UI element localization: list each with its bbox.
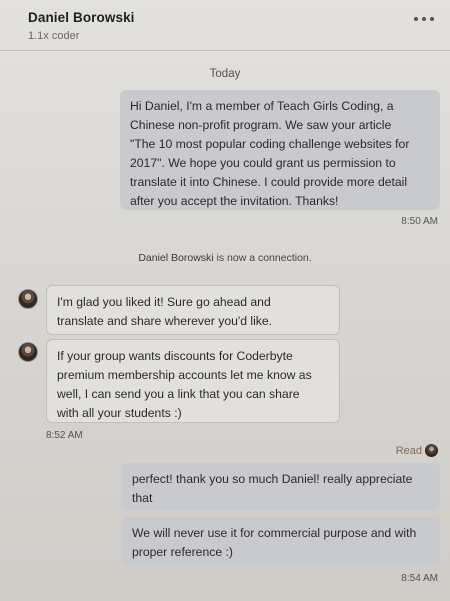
message-timestamp: 8:54 AM (401, 573, 438, 584)
connection-name[interactable]: Daniel Borowski (138, 252, 213, 264)
connection-notice: Daniel Borowski is now a connection. (0, 252, 450, 264)
more-options-icon[interactable] (414, 12, 434, 26)
dot (414, 17, 418, 21)
contact-name[interactable]: Daniel Borowski (28, 10, 135, 25)
read-receipt-avatar-icon (425, 444, 438, 457)
sent-message[interactable]: perfect! thank you so much Daniel! reall… (122, 463, 440, 511)
received-message[interactable]: If your group wants discounts for Coderb… (46, 339, 340, 423)
avatar[interactable] (18, 342, 38, 362)
message-text: I'm glad you liked it! Sure go ahead and… (57, 295, 273, 328)
sent-message[interactable]: Hi Daniel, I'm a member of Teach Girls C… (120, 90, 440, 210)
contact-headline: 1.1x coder (28, 30, 80, 42)
message-timestamp: 8:52 AM (46, 430, 83, 441)
read-receipt: Read (396, 444, 438, 457)
dot (422, 17, 426, 21)
message-text: perfect! thank you so much Daniel! reall… (132, 472, 413, 505)
received-message[interactable]: I'm glad you liked it! Sure go ahead and… (46, 285, 340, 335)
message-text: If your group wants discounts for Coderb… (57, 349, 312, 420)
message-text: We will never use it for commercial purp… (132, 526, 417, 559)
sent-message[interactable]: We will never use it for commercial purp… (122, 517, 440, 565)
read-label: Read (395, 444, 422, 457)
conversation-header: Daniel Borowski 1.1x coder (0, 0, 450, 51)
avatar[interactable] (18, 289, 38, 309)
date-divider: Today (209, 68, 241, 80)
message-timestamp: 8:50 AM (401, 216, 438, 227)
message-text: Hi Daniel, I'm a member of Teach Girls C… (130, 99, 410, 208)
messaging-screen: Daniel Borowski 1.1x coder Today Hi Dani… (0, 0, 450, 601)
dot (430, 17, 434, 21)
connection-notice-suffix: is now a connection. (213, 252, 312, 264)
